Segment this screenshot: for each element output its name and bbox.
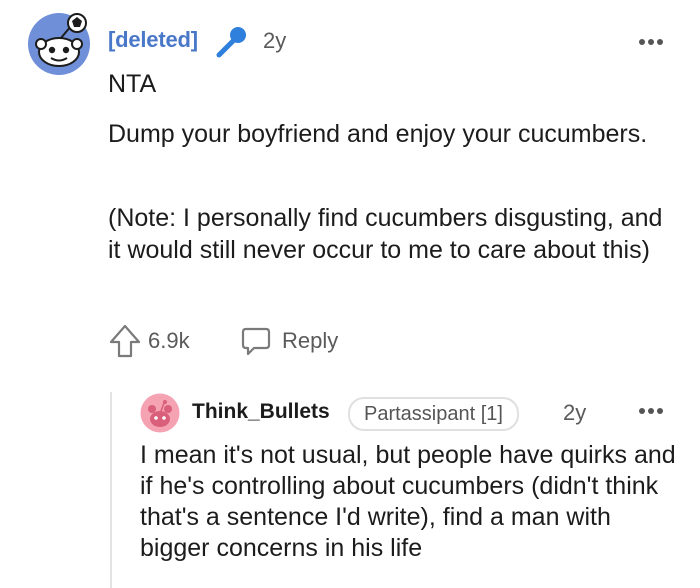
reply-author[interactable]: Think_Bullets	[192, 400, 330, 424]
snoo-avatar-icon[interactable]	[27, 12, 91, 76]
comment-thread: [deleted] 2y NTA Dump your boyfriend and…	[0, 0, 700, 588]
comment-timestamp: 2y	[263, 28, 287, 53]
reply-body: I mean it's not usual, but people have q…	[140, 441, 676, 562]
more-options-icon[interactable]	[638, 407, 664, 415]
more-options-icon[interactable]	[638, 38, 664, 46]
thread-line[interactable]	[110, 392, 112, 588]
comment-author[interactable]: [deleted]	[108, 27, 198, 53]
upvote-icon[interactable]	[108, 323, 142, 359]
vote-score: 6.9k	[148, 328, 190, 353]
comment-paragraph: NTA	[108, 70, 157, 98]
reply-button[interactable]: Reply	[282, 328, 338, 354]
reply-icon[interactable]	[240, 325, 272, 357]
comment-paragraph: (Note: I personally find cucumbers disgu…	[108, 204, 663, 264]
user-flair-badge: Partassipant [1]	[348, 397, 519, 431]
microphone-icon	[216, 27, 246, 58]
reply-timestamp: 2y	[563, 400, 587, 425]
comment-paragraph: Dump your boyfriend and enjoy your cucum…	[108, 120, 648, 148]
snoo-avatar-icon[interactable]	[140, 393, 180, 433]
